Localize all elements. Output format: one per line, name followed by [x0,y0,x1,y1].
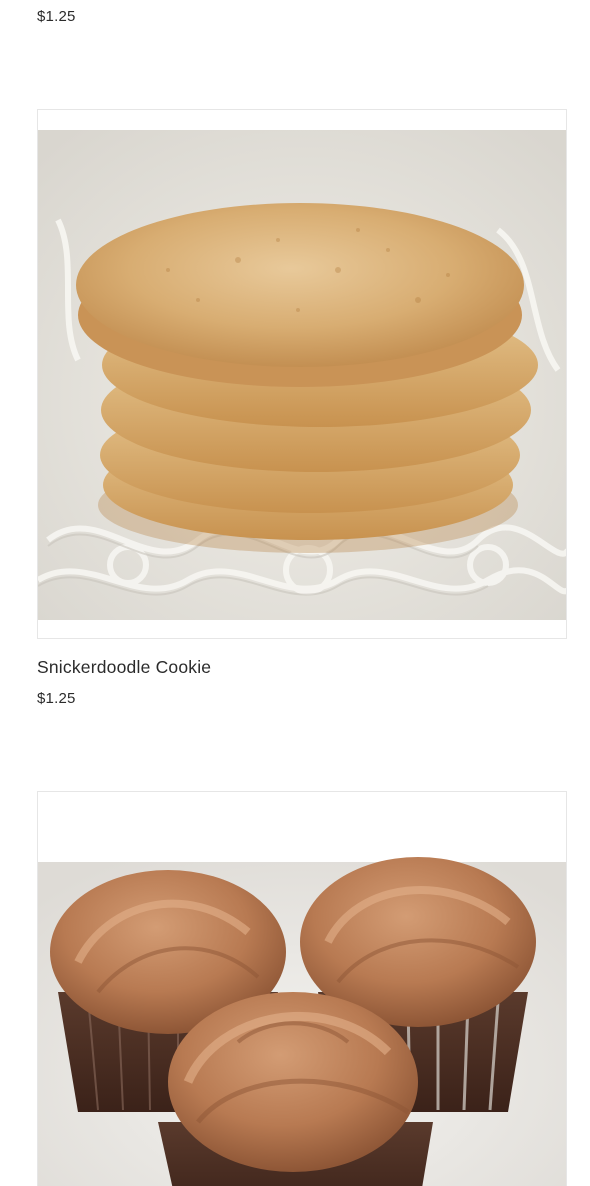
product-image-snickerdoodle[interactable] [37,109,567,639]
product-price: $1.25 [37,8,76,25]
cupcake-photo [38,792,566,1186]
product-price: $1.25 [37,690,76,707]
product-list: $1.25 Snickerdoodle Cookie $1.25 [0,0,590,1186]
product-name[interactable]: Snickerdoodle Cookie [37,657,211,678]
cookie-photo [38,110,566,638]
product-image-cupcakes[interactable] [37,791,567,1186]
